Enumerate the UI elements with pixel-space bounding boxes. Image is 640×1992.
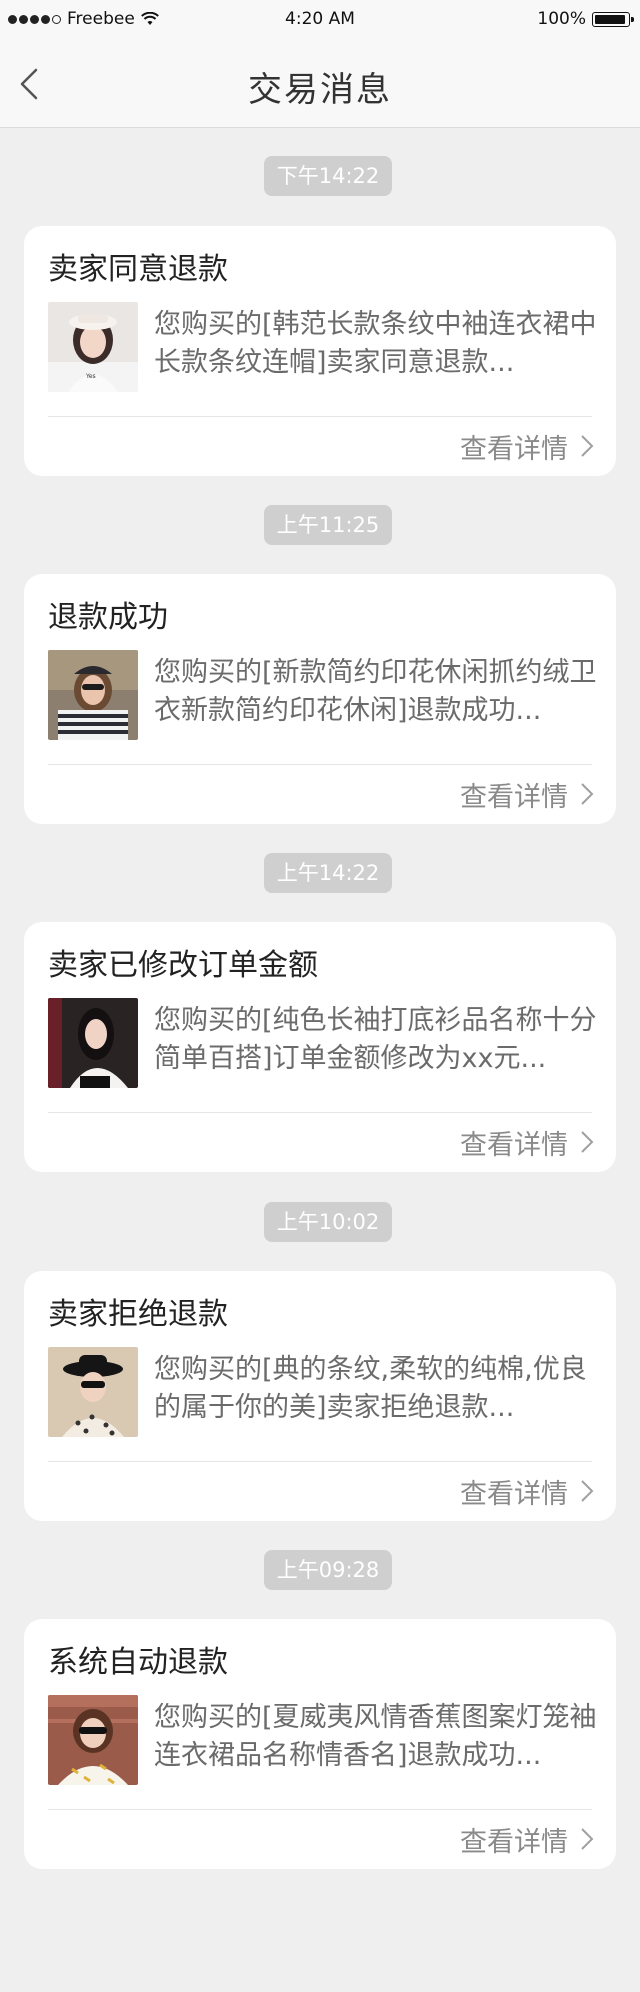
chevron-right-icon: [581, 435, 594, 457]
chevron-right-icon: [581, 783, 594, 805]
product-thumbnail[interactable]: [48, 998, 138, 1088]
view-details-link[interactable]: 查看详情: [460, 1815, 594, 1863]
product-thumbnail-woman-cap-icon: [48, 650, 138, 740]
page-title: 交易消息: [248, 70, 392, 110]
divider: [48, 1809, 592, 1810]
chevron-right-icon: [581, 1131, 594, 1153]
view-details-link[interactable]: 查看详情: [460, 770, 594, 818]
divider: [48, 1112, 592, 1113]
svg-text:Yes: Yes: [85, 373, 96, 380]
message-card[interactable]: 卖家同意退款 Yes 您购买的[韩范长款条纹中袖连衣裙中长款条纹连帽]卖家同意退…: [24, 226, 616, 476]
time-chip: 下午14:22: [264, 156, 392, 196]
product-thumbnail[interactable]: [48, 1695, 138, 1785]
battery-icon: [592, 11, 634, 27]
view-details-link[interactable]: 查看详情: [460, 422, 594, 470]
view-details-label: 查看详情: [460, 1826, 568, 1858]
product-thumbnail[interactable]: Yes: [48, 302, 138, 392]
product-thumbnail[interactable]: [48, 650, 138, 740]
message-description: 您购买的[夏威夷风情香蕉图案灯笼袖连衣裙品名称情香名]退款成功...: [154, 1702, 597, 1771]
message-description: 您购买的[纯色长袖打底衫品名称十分简单百搭]订单金额修改为xx元...: [154, 1005, 597, 1074]
message-description: 您购买的[韩范长款条纹中袖连衣裙中长款条纹连帽]卖家同意退款...: [154, 309, 597, 378]
time-chip: 上午11:25: [264, 505, 392, 545]
product-thumbnail-woman-hat-icon: Yes: [48, 302, 138, 392]
view-details-link[interactable]: 查看详情: [460, 1118, 594, 1166]
view-details-label: 查看详情: [460, 433, 568, 465]
product-thumbnail-woman-black-hat-icon: [48, 1347, 138, 1437]
view-details-label: 查看详情: [460, 1129, 568, 1161]
message-title: 退款成功: [48, 600, 168, 635]
product-thumbnail-woman-sunglasses-icon: [48, 1695, 138, 1785]
message-card[interactable]: 系统自动退款 您购买的[夏威夷风情香蕉图案灯笼袖连衣裙品名称情香名]退款成功..…: [24, 1619, 616, 1869]
product-thumbnail[interactable]: [48, 1347, 138, 1437]
time-chip: 上午09:28: [264, 1550, 392, 1590]
message-title: 卖家同意退款: [48, 252, 228, 287]
product-thumbnail-woman-dark-hair-icon: [48, 998, 138, 1088]
message-description: 您购买的[典的条纹,柔软的纯棉,优良的属于你的美]卖家拒绝退款...: [154, 1354, 587, 1423]
message-title: 系统自动退款: [48, 1645, 228, 1680]
status-bar: Freebee 4:20 AM 100%: [0, 0, 640, 40]
chevron-right-icon: [581, 1828, 594, 1850]
time-chip: 上午10:02: [264, 1202, 392, 1242]
message-card[interactable]: 卖家已修改订单金额 您购买的[纯色长袖打底衫品名称十分简单百搭]订单金额修改为x…: [24, 922, 616, 1172]
nav-bar: 交易消息: [0, 40, 640, 128]
message-title: 卖家已修改订单金额: [48, 948, 318, 983]
message-card[interactable]: 退款成功 您购买的[新款简约印花休闲抓约绒卫衣新款简约印花休闲]退款成功... …: [24, 574, 616, 824]
view-details-label: 查看详情: [460, 1478, 568, 1510]
divider: [48, 1461, 592, 1462]
battery-percent: 100%: [537, 9, 586, 29]
divider: [48, 764, 592, 765]
message-title: 卖家拒绝退款: [48, 1297, 228, 1332]
view-details-label: 查看详情: [460, 781, 568, 813]
message-description: 您购买的[新款简约印花休闲抓约绒卫衣新款简约印花休闲]退款成功...: [154, 657, 597, 726]
divider: [48, 416, 592, 417]
message-card[interactable]: 卖家拒绝退款 您购买的[典的条纹,柔软的纯棉,优良的属于你的美]卖家拒绝退款..…: [24, 1271, 616, 1521]
chevron-right-icon: [581, 1480, 594, 1502]
view-details-link[interactable]: 查看详情: [460, 1467, 594, 1515]
time-chip: 上午14:22: [264, 853, 392, 893]
battery-group: 100%: [537, 9, 634, 29]
